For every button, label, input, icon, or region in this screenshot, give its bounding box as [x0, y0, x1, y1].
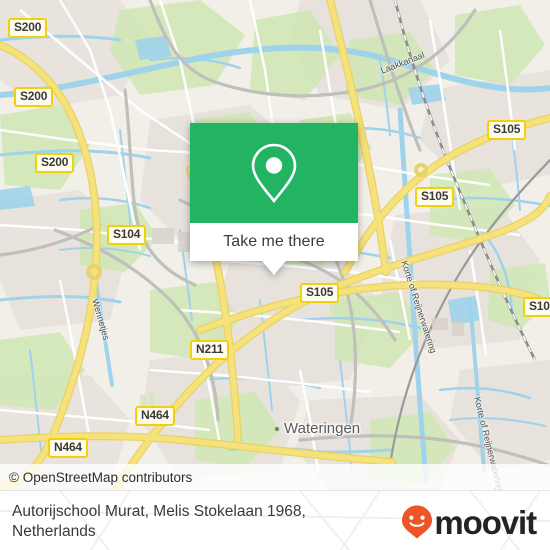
- road-shield: S106: [523, 297, 550, 317]
- popup-header: [190, 123, 358, 223]
- road-shield: S105: [415, 187, 455, 207]
- road-shield: S104: [107, 225, 147, 245]
- location-title: Autorijschool Murat, Melis Stokelaan 196…: [12, 503, 306, 540]
- moovit-logo[interactable]: moovit: [401, 503, 537, 541]
- road-shield: N211: [190, 340, 230, 360]
- road-shield: S105: [300, 283, 340, 303]
- map-pin-icon: [251, 143, 297, 204]
- osm-attribution-text: © OpenStreetMap contributors: [9, 469, 193, 485]
- moovit-smiley-pin-icon: [402, 505, 433, 539]
- map-canvas[interactable]: S200 S200 S200 S104 S105 S105 S105 S106 N211 N464…: [0, 0, 550, 490]
- place-dot: [275, 427, 279, 431]
- location-popup[interactable]: Take me there: [190, 123, 358, 275]
- take-me-there-label: Take me there: [223, 233, 325, 250]
- map-page: S200 S200 S200 S104 S105 S105 S105 S106 N211 N464…: [0, 0, 550, 550]
- road-shield: S200: [8, 18, 48, 38]
- footer-bar: Autorijschool Murat, Melis Stokelaan 196…: [0, 490, 550, 550]
- take-me-there-button[interactable]: Take me there: [190, 223, 358, 261]
- place-label: Wateringen: [284, 420, 361, 437]
- moovit-wordmark: moovit: [434, 503, 537, 541]
- osm-attribution-bar: © OpenStreetMap contributors: [0, 464, 550, 490]
- road-shield: N464: [135, 406, 175, 426]
- road-shield: S200: [14, 87, 54, 107]
- popup-pointer: [262, 261, 286, 275]
- road-shield: N464: [48, 438, 88, 458]
- road-shield: S200: [35, 153, 75, 173]
- road-shield: S105: [487, 120, 527, 140]
